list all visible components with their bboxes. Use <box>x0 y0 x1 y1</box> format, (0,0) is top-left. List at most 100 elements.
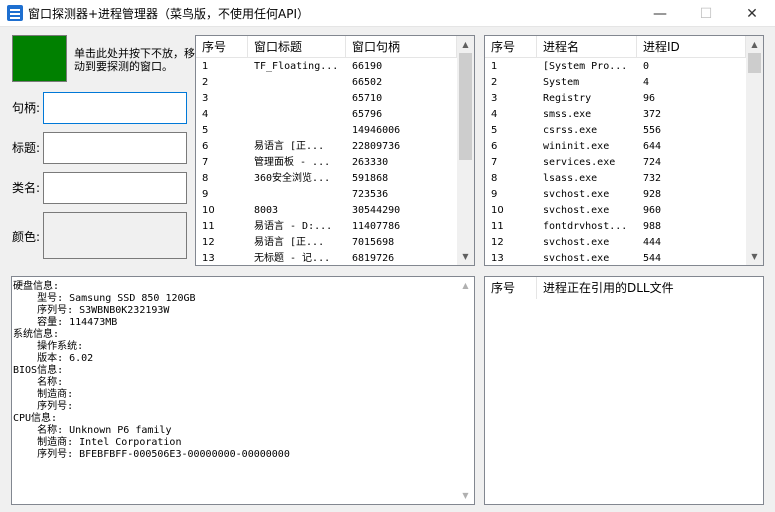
table-row[interactable]: 6 易语言 [正... 22809736 <box>196 139 457 155</box>
table-row[interactable]: 3 Registry 96 <box>485 91 746 107</box>
cell-process-id: 0 <box>643 61 650 72</box>
scroll-up-icon[interactable]: ▲ <box>457 36 474 53</box>
scroll-thumb[interactable] <box>748 53 761 73</box>
scroll-down-icon[interactable]: ▼ <box>457 487 474 504</box>
process-list-scrollbar[interactable]: ▲ ▼ <box>746 36 763 265</box>
cell-window-handle: 6819726 <box>352 253 395 264</box>
probe-target-swatch[interactable] <box>12 35 67 82</box>
color-field[interactable] <box>43 212 187 259</box>
color-input[interactable] <box>44 213 186 258</box>
cell-index: 11 <box>491 221 504 232</box>
cell-window-handle: 22809736 <box>352 141 401 152</box>
column-process-name[interactable]: 进程名 <box>537 36 637 58</box>
cell-process-id: 4 <box>643 77 650 88</box>
table-row[interactable]: 10 8003 30544290 <box>196 203 457 219</box>
minimize-button[interactable]: — <box>637 0 683 27</box>
table-row[interactable]: 1 TF_Floating... 66190 <box>196 59 457 75</box>
title-input[interactable] <box>44 133 186 163</box>
column-window-handle[interactable]: 窗口句柄 <box>346 36 457 58</box>
scroll-down-icon[interactable]: ▼ <box>746 248 763 265</box>
cell-process-name: Registry <box>543 93 592 104</box>
cell-window-handle: 66502 <box>352 77 383 88</box>
table-row[interactable]: 13 svchost.exe 544 <box>485 251 746 265</box>
cell-index: 3 <box>491 93 498 104</box>
table-row[interactable]: 5 14946006 <box>196 123 457 139</box>
scroll-thumb[interactable] <box>459 53 472 160</box>
window-title: 窗口探测器+进程管理器（菜鸟版，不使用任何API） <box>28 7 310 21</box>
system-info-text[interactable]: 硬盘信息: 型号: Samsung SSD 850 120GB 序列号: S3W… <box>12 281 290 461</box>
app-icon <box>7 5 23 21</box>
table-row[interactable]: 4 smss.exe 372 <box>485 107 746 123</box>
cell-process-name: fontdrvhost... <box>543 221 628 232</box>
table-row[interactable]: 11 fontdrvhost... 988 <box>485 219 746 235</box>
column-process-id[interactable]: 进程ID <box>637 36 746 58</box>
table-row[interactable]: 5 csrss.exe 556 <box>485 123 746 139</box>
cell-index: 4 <box>202 109 209 120</box>
cell-index: 2 <box>202 77 209 88</box>
window-list[interactable]: 序号 窗口标题 窗口句柄 1 TF_Floating... 66190 2 66502 3… <box>195 35 475 266</box>
table-row[interactable]: 4 65796 <box>196 107 457 123</box>
process-list[interactable]: 序号 进程名 进程ID 1 [System Pro... 0 2 System 4 3 Reg… <box>484 35 764 266</box>
table-row[interactable]: 8 lsass.exe 732 <box>485 171 746 187</box>
cell-index: 13 <box>202 253 215 264</box>
class-input[interactable] <box>44 173 186 203</box>
cell-process-name: svchost.exe <box>543 189 610 200</box>
dll-list[interactable]: 序号 进程正在引用的DLL文件 <box>484 276 764 505</box>
cell-window-handle: 11407786 <box>352 221 401 232</box>
table-row[interactable]: 2 66502 <box>196 75 457 91</box>
cell-process-id: 644 <box>643 141 662 152</box>
cell-index: 13 <box>491 253 504 264</box>
system-info-scrollbar[interactable]: ▲ ▼ <box>457 277 474 504</box>
scroll-up-icon[interactable]: ▲ <box>457 277 474 294</box>
dll-list-header: 序号 进程正在引用的DLL文件 <box>485 277 763 299</box>
column-dll-file[interactable]: 进程正在引用的DLL文件 <box>537 277 763 299</box>
column-index[interactable]: 序号 <box>196 36 248 58</box>
handle-input[interactable] <box>44 93 186 123</box>
table-row[interactable]: 2 System 4 <box>485 75 746 91</box>
class-label: 类名: <box>12 181 41 195</box>
cell-index: 10 <box>491 205 504 216</box>
cell-index: 7 <box>491 157 498 168</box>
table-row[interactable]: 13 无标题 - 记... 6819726 <box>196 251 457 265</box>
cell-process-name: services.exe <box>543 157 616 168</box>
table-row[interactable]: 3 65710 <box>196 91 457 107</box>
table-row[interactable]: 10 svchost.exe 960 <box>485 203 746 219</box>
table-row[interactable]: 12 svchost.exe 444 <box>485 235 746 251</box>
table-row[interactable]: 9 723536 <box>196 187 457 203</box>
table-row[interactable]: 1 [System Pro... 0 <box>485 59 746 75</box>
column-index[interactable]: 序号 <box>485 36 537 58</box>
table-row[interactable]: 7 管理面板 - ... 263330 <box>196 155 457 171</box>
cell-index: 7 <box>202 157 209 168</box>
title-label: 标题: <box>12 141 41 155</box>
table-row[interactable]: 6 wininit.exe 644 <box>485 139 746 155</box>
maximize-button[interactable]: ☐ <box>683 0 729 27</box>
cell-process-name: svchost.exe <box>543 237 610 248</box>
column-index[interactable]: 序号 <box>485 277 537 299</box>
title-field[interactable] <box>43 132 187 164</box>
handle-field[interactable] <box>43 92 187 124</box>
cell-process-id: 928 <box>643 189 662 200</box>
scroll-up-icon[interactable]: ▲ <box>746 36 763 53</box>
class-field[interactable] <box>43 172 187 204</box>
table-row[interactable]: 7 services.exe 724 <box>485 155 746 171</box>
column-window-title[interactable]: 窗口标题 <box>248 36 346 58</box>
process-list-header: 序号 进程名 进程ID <box>485 36 746 58</box>
cell-index: 9 <box>202 189 209 200</box>
cell-process-id: 988 <box>643 221 662 232</box>
cell-index: 5 <box>491 125 498 136</box>
cell-index: 9 <box>491 189 498 200</box>
cell-index: 1 <box>202 61 209 72</box>
window-list-scrollbar[interactable]: ▲ ▼ <box>457 36 474 265</box>
table-row[interactable]: 12 易语言 [正... 7015698 <box>196 235 457 251</box>
table-row[interactable]: 11 易语言 - D:... 11407786 <box>196 219 457 235</box>
scroll-down-icon[interactable]: ▼ <box>457 248 474 265</box>
probe-hint: 单击此处并按下不放，移动到要探测的窗口。 <box>74 47 195 73</box>
close-button[interactable]: ✕ <box>729 0 775 27</box>
cell-index: 6 <box>202 141 209 152</box>
title-bar: 窗口探测器+进程管理器（菜鸟版，不使用任何API） — ☐ ✕ <box>0 0 775 27</box>
table-row[interactable]: 9 svchost.exe 928 <box>485 187 746 203</box>
system-info-box[interactable]: 硬盘信息: 型号: Samsung SSD 850 120GB 序列号: S3W… <box>11 276 475 505</box>
cell-index: 12 <box>491 237 504 248</box>
cell-process-id: 556 <box>643 125 662 136</box>
table-row[interactable]: 8 360安全浏览... 591868 <box>196 171 457 187</box>
